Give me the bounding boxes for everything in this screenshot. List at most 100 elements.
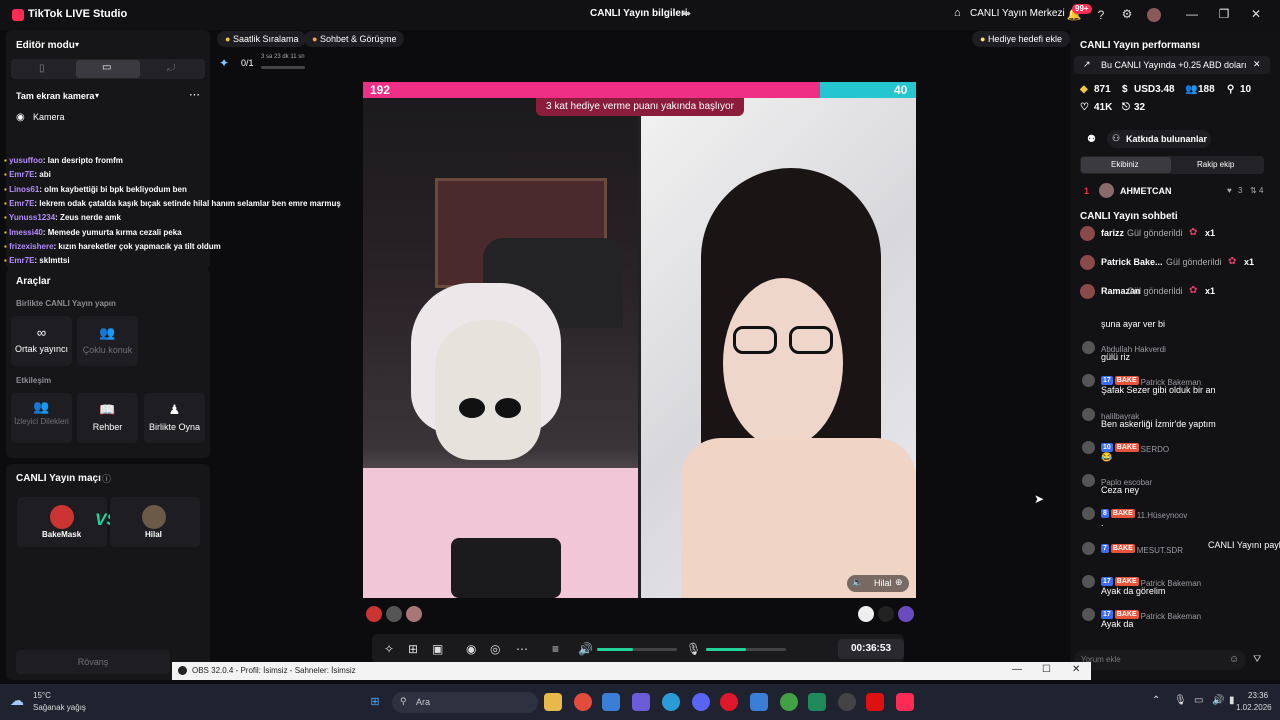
magic-wand-icon[interactable]: ✧ — [384, 642, 394, 656]
app-icon[interactable] — [808, 693, 826, 711]
filter-icon[interactable]: ⛛ — [1253, 654, 1261, 665]
clock-time[interactable]: 23:36 — [1248, 691, 1268, 700]
play-together-button[interactable]: ♟ Birlikte Oyna — [144, 393, 205, 443]
multi-guest-button[interactable]: 👥 Çoklu konuk — [77, 316, 138, 366]
close-icon[interactable]: ✕ — [1248, 7, 1264, 21]
edge-icon[interactable] — [662, 693, 680, 711]
maximize-icon[interactable]: ❐ — [1216, 7, 1232, 21]
volume-slider[interactable] — [597, 648, 677, 651]
youtube-icon[interactable] — [866, 693, 884, 711]
minimize-icon[interactable]: — — [1012, 664, 1022, 675]
viewer-wishes-button[interactable]: 👥 İzleyici Dilekleri — [11, 393, 72, 443]
avatar[interactable] — [878, 606, 894, 622]
rematch-button[interactable]: Rövanş — [16, 650, 170, 674]
gift-text: Gül gönderildi — [1127, 228, 1183, 238]
live-center-link[interactable]: CANLI Yayın Merkezi — [970, 8, 1065, 19]
close-icon[interactable]: ✕ — [1072, 664, 1080, 675]
close-icon[interactable]: ✕ — [1253, 59, 1261, 70]
chrome-icon[interactable] — [574, 693, 592, 711]
avatar[interactable] — [366, 606, 382, 622]
avatar[interactable] — [386, 606, 402, 622]
search-box[interactable]: ⚲ Ara — [392, 692, 538, 713]
help-icon[interactable]: ? — [1093, 8, 1109, 22]
minimize-icon[interactable]: — — [1184, 7, 1200, 21]
chat-username: MESUT.SDR — [1136, 546, 1183, 555]
teams-icon[interactable] — [632, 693, 650, 711]
avatar[interactable] — [406, 606, 422, 622]
avatar[interactable] — [898, 606, 914, 622]
chat-meet-pill[interactable]: ● Sohbet & Görüşme — [304, 31, 405, 47]
control-bar: ✧ ⊞ ▣ ◉ ◎ ⋯ ≡ 🔊 🎙 — [372, 634, 904, 664]
gift-count: x1 — [1205, 228, 1216, 238]
add-source-icon[interactable]: ⊞ — [408, 642, 418, 656]
emoji-icon[interactable]: ☺ — [1229, 654, 1239, 665]
obs-taskbar-icon[interactable] — [838, 693, 856, 711]
weather-icon[interactable]: ☁ — [10, 692, 24, 709]
tools-title: Araçlar — [16, 276, 51, 287]
microphone-icon[interactable]: 🎙 — [1174, 695, 1187, 706]
home-icon[interactable]: ⌂ — [954, 7, 961, 19]
more-icon[interactable]: ⋯ — [516, 642, 528, 656]
rotate-icon[interactable]: ⤾ — [167, 63, 175, 74]
share-icon[interactable]: ➦ — [682, 7, 691, 20]
avatar[interactable] — [1147, 8, 1161, 22]
discord-icon[interactable] — [692, 693, 710, 711]
chat-username: frizexishere — [9, 241, 54, 251]
overlay-chat-line: ▪ Emr7E: abi — [4, 170, 51, 179]
layout-icon[interactable]: ▣ — [432, 642, 443, 656]
live-timer: 00:36:53 — [838, 639, 904, 659]
mic-slider[interactable] — [706, 648, 786, 651]
avatar[interactable] — [858, 606, 874, 622]
camera-source[interactable]: Kamera — [33, 112, 65, 122]
quest-progress-bar — [261, 66, 305, 69]
hourly-ranking-pill[interactable]: ● Saatlik Sıralama — [217, 31, 307, 47]
start-icon[interactable]: ⊞ — [366, 693, 384, 711]
co-host-button[interactable]: ∞ Ortak yayıncı — [11, 316, 72, 366]
portrait-icon[interactable]: ▯ — [39, 63, 45, 74]
speaker-icon[interactable]: 🔈 — [852, 577, 863, 588]
obs-window-bar[interactable]: OBS 32.0.4 - Profil: İsimsiz - Sahneler:… — [172, 662, 1091, 680]
opera-icon[interactable] — [720, 693, 738, 711]
rose-icon: ✿ — [1228, 256, 1237, 267]
equalizer-icon[interactable]: ≡ — [552, 642, 559, 656]
target-icon[interactable]: ◎ — [490, 642, 500, 656]
more-icon[interactable]: ⋯ — [189, 88, 200, 101]
gift-goal-pill[interactable]: ● Hediye hedefi ekle — [972, 31, 1070, 47]
plus-icon[interactable]: ⊕ — [895, 577, 903, 588]
level-badge: 17 — [1101, 577, 1113, 587]
guide-button[interactable]: 📖 Rehber — [77, 393, 138, 443]
volume-icon[interactable]: 🔊 — [1212, 695, 1224, 706]
info-icon[interactable]: ⓘ — [102, 472, 111, 485]
editor-mode-label[interactable]: Editör modu — [16, 40, 75, 51]
store-icon[interactable] — [602, 693, 620, 711]
chat-title: CANLI Yayın sohbeti — [1080, 211, 1178, 222]
chat-username: Linos61 — [9, 184, 40, 194]
chevron-down-icon[interactable]: ▾ — [75, 40, 79, 49]
speaker-icon[interactable]: 🔊 — [578, 642, 593, 656]
fullscreen-camera-label[interactable]: Tam ekran kamera — [16, 91, 94, 101]
clock-date[interactable]: 1.02.2026 — [1236, 703, 1272, 712]
avatar — [1082, 474, 1095, 487]
battery-icon[interactable]: ▮ — [1229, 695, 1235, 706]
tray-chevron-icon[interactable]: ⌃ — [1152, 695, 1160, 706]
record-icon[interactable]: ◉ — [466, 642, 476, 656]
followers-value: 10 — [1240, 84, 1252, 95]
microphone-icon[interactable]: 🎙 — [686, 642, 701, 656]
contributors-icon: ⚇ — [1112, 133, 1121, 143]
maximize-icon[interactable]: ☐ — [1042, 664, 1051, 675]
landscape-icon[interactable]: ▭ — [102, 62, 111, 73]
file-explorer-icon[interactable] — [544, 693, 562, 711]
mail-icon[interactable] — [750, 693, 768, 711]
player-1-name: BakeMask — [42, 530, 82, 539]
avatar — [1082, 341, 1095, 354]
chrome-alt-icon[interactable] — [780, 693, 798, 711]
tiktok-icon[interactable] — [896, 693, 914, 711]
fan-badge: BAKE — [1114, 577, 1139, 587]
quest-time: 3 sa 23 dk 11 sn — [261, 54, 305, 60]
network-icon[interactable]: ▭ — [1194, 695, 1203, 706]
gear-icon[interactable]: ⚙ — [1119, 7, 1135, 21]
tab-rival-team[interactable]: Rakip ekip — [1197, 160, 1234, 169]
chevron-down-icon[interactable]: ▾ — [95, 91, 99, 100]
quest-progress: 0/1 — [241, 58, 254, 68]
live-info-title[interactable]: CANLI Yayın bilgileri — [590, 8, 688, 19]
